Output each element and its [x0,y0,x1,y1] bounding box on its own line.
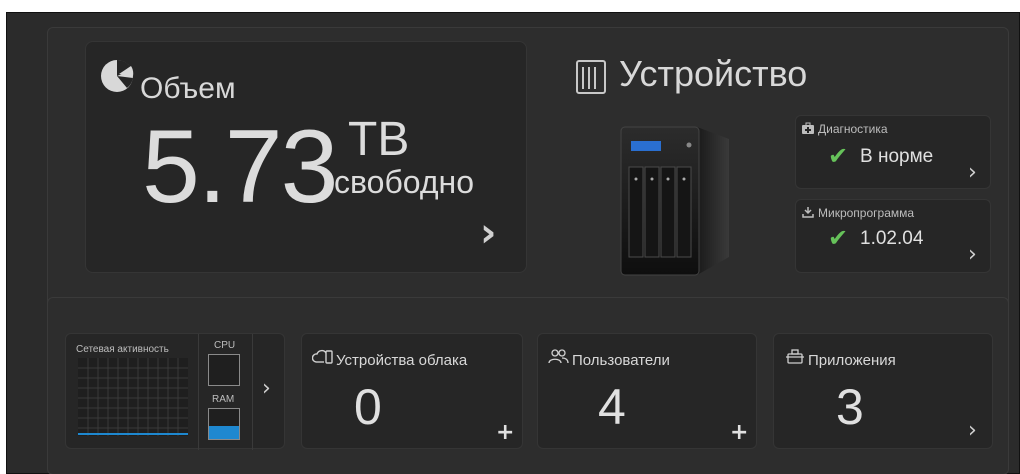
cloud-devices-tile[interactable]: Устройства облака 0 + [301,333,523,449]
apps-tile[interactable]: Приложения 3 › [773,333,993,449]
volume-value: 5.73 [142,109,338,225]
volume-title: Объем [140,72,236,105]
apps-chevron-icon[interactable]: › [968,418,977,443]
apps-title: Приложения [808,352,896,369]
cloud-devices-count: 0 [354,379,382,435]
ram-meter [208,408,240,440]
medkit-icon [802,122,814,134]
ram-label: RAM [212,394,235,405]
ram-meter-fill [209,426,239,439]
users-title: Пользователи [572,352,670,369]
apps-icon [786,349,804,364]
cloud-devices-title: Устройства облака [336,352,468,369]
users-icon [548,349,569,364]
diagnostics-chevron-icon[interactable]: › [968,160,977,185]
divider [198,334,199,450]
network-activity-panel[interactable]: Сетевая активность CPU RAM › [65,333,285,450]
checkmark-icon: ✔ [828,142,849,170]
add-cloud-device-button[interactable]: + [496,420,514,445]
firmware-label: Микропрограмма [818,206,915,220]
volume-unit: TB [348,113,410,166]
users-count: 4 [598,379,626,435]
add-user-button[interactable]: + [730,420,748,445]
nas-device-image[interactable] [605,117,737,281]
apps-count: 3 [836,379,864,435]
cloud-device-icon [312,349,333,364]
users-tile[interactable]: Пользователи 4 + [537,333,757,449]
device-title: Устройство [619,53,808,94]
network-chevron-icon[interactable]: › [262,376,271,401]
cpu-meter [208,354,240,386]
network-activity-graph [78,358,188,436]
volume-panel[interactable]: Объем 5.73 TB свободно › [85,41,527,273]
divider [252,334,253,450]
firmware-version: 1.02.04 [860,228,924,249]
server-icon [576,60,606,94]
firmware-panel[interactable]: Микропрограмма ✔ 1.02.04 › [795,199,991,273]
diagnostics-label: Диагностика [818,122,888,136]
cpu-label: CPU [214,340,236,351]
pie-chart-icon [101,59,134,92]
dashboard-frame: Объем 5.73 TB свободно › Устройство Диаг… [6,12,1020,474]
network-activity-label: Сетевая активность [76,344,169,355]
diagnostics-panel[interactable]: Диагностика ✔ В норме › [795,115,991,189]
checkmark-icon: ✔ [828,224,849,252]
diagnostics-status: В норме [860,146,934,167]
download-icon [802,207,814,218]
volume-free-label: свободно [334,164,474,200]
volume-chevron-icon[interactable]: › [480,210,496,256]
firmware-chevron-icon[interactable]: › [968,242,977,267]
